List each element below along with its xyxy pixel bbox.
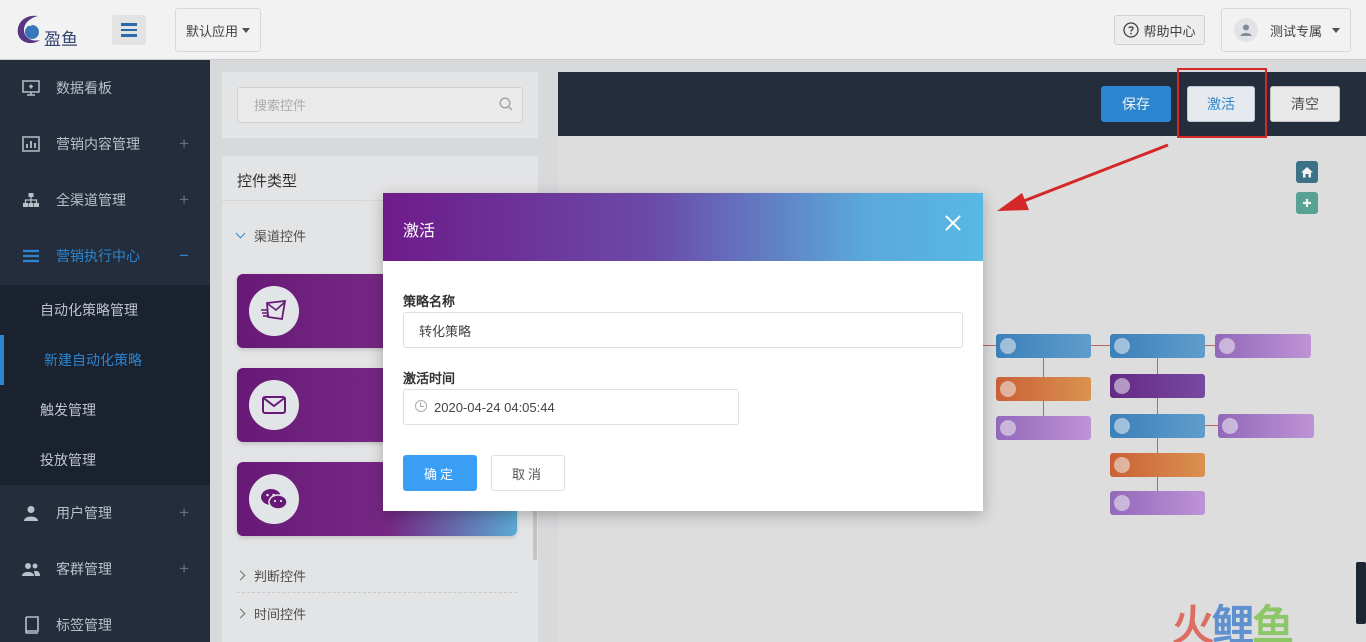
activation-time-input[interactable] <box>403 389 739 425</box>
clock-icon <box>415 400 427 412</box>
close-icon[interactable] <box>945 215 961 231</box>
dialog-header: 激活 <box>383 193 983 261</box>
dialog-title: 激活 <box>403 223 436 240</box>
strategy-name-input[interactable] <box>403 312 963 348</box>
activate-dialog: 激活 策略名称 激活时间 确定 取消 <box>383 193 983 511</box>
strategy-name-label: 策略名称 <box>403 294 456 309</box>
activation-time-label: 激活时间 <box>403 371 456 386</box>
cancel-button[interactable]: 取消 <box>491 455 565 491</box>
confirm-button[interactable]: 确定 <box>403 455 477 491</box>
